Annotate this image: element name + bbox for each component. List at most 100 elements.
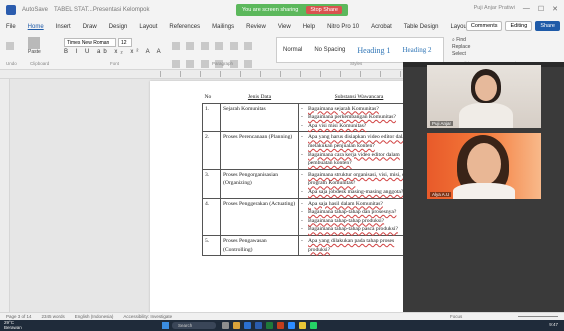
header-substansi: Substansi Wawancara xyxy=(298,92,420,104)
row-category: Proses Perencanaan (Planning) xyxy=(220,131,299,170)
increase-indent-icon[interactable] xyxy=(229,41,238,50)
multilevel-list-icon[interactable] xyxy=(200,41,209,50)
stop-share-button[interactable]: Stop Share xyxy=(306,6,342,14)
editing-button[interactable]: Editing xyxy=(505,21,533,31)
word-taskbar-icon[interactable] xyxy=(255,322,262,329)
list-item: Apa saja hasil dalam Komunitas? xyxy=(301,200,417,209)
undo-icon[interactable] xyxy=(6,41,14,50)
paste-label[interactable]: Paste xyxy=(28,49,58,55)
minimize-icon[interactable]: — xyxy=(523,5,530,13)
word-count[interactable]: 2345 words xyxy=(42,314,65,319)
excel-taskbar-icon[interactable] xyxy=(266,322,273,329)
whatsapp-taskbar-icon[interactable] xyxy=(310,322,317,329)
header-jenis-data: Jenis Data xyxy=(220,92,299,104)
video-tile-participant-2[interactable]: Alya A.U xyxy=(427,133,541,199)
row-category: Sejarah Komunitas xyxy=(220,102,299,133)
replace-button[interactable]: Replace xyxy=(452,44,492,51)
find-button[interactable]: ⌕ Find xyxy=(452,37,492,44)
close-icon[interactable]: ✕ xyxy=(552,5,558,13)
zoom-taskbar-icon[interactable] xyxy=(288,322,295,329)
powerpoint-taskbar-icon[interactable] xyxy=(277,322,284,329)
style-heading-2[interactable]: Heading 2 xyxy=(396,46,437,54)
font-size-select[interactable]: 12 xyxy=(118,38,132,47)
participant-2-body xyxy=(453,183,515,199)
bullets-icon[interactable] xyxy=(172,41,180,50)
row-category: Proses Penggerakan (Actuating) xyxy=(220,197,299,236)
task-view-icon[interactable] xyxy=(222,322,229,329)
interview-table: No Jenis Data Substansi Wawancara 1. Sej… xyxy=(202,92,420,257)
taskbar-clock[interactable]: 9:47 xyxy=(549,322,558,327)
document-title: TABEL STAT...Presentasi Kelompok xyxy=(54,7,150,13)
menu-review[interactable]: Review xyxy=(240,24,272,30)
menu-home[interactable]: Home xyxy=(22,24,50,30)
title-bar: AutoSave TABEL STAT...Presentasi Kelompo… xyxy=(0,0,564,20)
table-row[interactable]: 2. Proses Perencanaan (Planning) Apa yan… xyxy=(202,131,420,170)
group-label-styles: Styles xyxy=(350,61,363,66)
menu-mailings[interactable]: Mailings xyxy=(206,24,240,30)
sort-icon[interactable] xyxy=(244,41,253,50)
group-label-font: Font xyxy=(110,61,120,66)
list-item: Bagaimana struktur organisasi, visi, mis… xyxy=(301,171,417,188)
maximize-icon[interactable]: ☐ xyxy=(538,5,544,13)
table-row[interactable]: 4. Proses Penggerakan (Actuating) Apa sa… xyxy=(202,197,420,236)
participant-1-face xyxy=(475,75,497,101)
group-label-clipboard: Clipboard xyxy=(30,61,50,66)
comments-button[interactable]: Comments xyxy=(465,21,503,31)
decrease-indent-icon[interactable] xyxy=(215,41,224,50)
word-app-icon xyxy=(6,5,16,15)
select-button[interactable]: Select xyxy=(452,51,492,58)
autosave-label[interactable]: AutoSave xyxy=(22,7,48,13)
table-row[interactable]: 1. Sejarah Komunitas Bagaimana sejarah K… xyxy=(202,102,420,133)
focus-mode[interactable]: Focus xyxy=(450,314,462,319)
share-status-text: You are screen sharing xyxy=(242,7,299,13)
chrome-taskbar-icon[interactable] xyxy=(299,322,306,329)
row-category: Proses Pengorganisasian (Organizing) xyxy=(220,168,299,199)
list-item: Bagaimana sejarah Komunitas? xyxy=(301,105,417,114)
video-tile-participant-1[interactable]: Puji Anjar xyxy=(427,65,541,128)
menu-references[interactable]: References xyxy=(163,24,206,30)
menu-insert[interactable]: Insert xyxy=(50,24,77,30)
status-bar: Page 3 of 14 2345 words English (Indones… xyxy=(0,312,564,320)
font-format-buttons[interactable]: B I U ab x₂ x² A A xyxy=(64,49,164,55)
edge-icon[interactable] xyxy=(244,322,251,329)
menu-draw[interactable]: Draw xyxy=(77,24,103,30)
table-header-row: No Jenis Data Substansi Wawancara xyxy=(202,92,420,104)
participant-2-face xyxy=(467,143,501,185)
row-items: Bagaimana sejarah Komunitas? Bagaimana p… xyxy=(298,102,420,133)
windows-start-icon[interactable] xyxy=(162,322,169,329)
document-page[interactable]: No Jenis Data Substansi Wawancara 1. Sej… xyxy=(150,81,430,321)
file-explorer-icon[interactable] xyxy=(233,322,240,329)
menu-design[interactable]: Design xyxy=(103,24,134,30)
clipboard-group: Paste xyxy=(28,37,58,63)
menu-file[interactable]: File xyxy=(0,24,22,30)
style-normal[interactable]: Normal xyxy=(277,47,308,53)
paste-icon[interactable] xyxy=(28,37,40,49)
video-call-panel: Puji Anjar Alya A.U xyxy=(403,62,564,313)
menu-table-design[interactable]: Table Design xyxy=(398,24,445,30)
vertical-ruler[interactable] xyxy=(0,79,10,312)
font-name-select[interactable]: Times New Roman xyxy=(64,38,116,47)
user-name[interactable]: Puji Anjar Pratiwi xyxy=(474,5,515,13)
share-button[interactable]: Share xyxy=(535,21,560,31)
header-no: No xyxy=(202,92,221,104)
weather-widget[interactable]: 29°C Berawan xyxy=(4,320,22,331)
menu-layout[interactable]: Layout xyxy=(133,24,163,30)
table-row[interactable]: 5. Proses Pengawasan (Controlling) Apa y… xyxy=(202,234,420,257)
list-item: Bagaimana tahap-tahap dan prosesnya? xyxy=(301,208,417,217)
style-no-spacing[interactable]: No Spacing xyxy=(308,47,351,53)
language-status[interactable]: English (Indonesia) xyxy=(75,314,114,319)
taskbar-search[interactable]: Search xyxy=(172,322,216,329)
zoom-slider[interactable] xyxy=(518,314,558,318)
menu-nitro[interactable]: Nitro Pro 10 xyxy=(321,24,365,30)
menu-view[interactable]: View xyxy=(272,24,297,30)
weather-desc: Berawan xyxy=(4,324,22,330)
style-heading-1[interactable]: Heading 1 xyxy=(351,46,396,55)
list-item: Apa visi misi Komunitas? xyxy=(301,122,417,131)
page-count[interactable]: Page 3 of 14 xyxy=(6,314,32,319)
menu-help[interactable]: Help xyxy=(297,24,321,30)
table-row[interactable]: 3. Proses Pengorganisasian (Organizing) … xyxy=(202,168,420,199)
numbering-icon[interactable] xyxy=(186,41,195,50)
menu-acrobat[interactable]: Acrobat xyxy=(365,24,398,30)
accessibility-status[interactable]: Accessibility: Investigate xyxy=(123,314,172,319)
row-number: 3. xyxy=(202,168,221,199)
